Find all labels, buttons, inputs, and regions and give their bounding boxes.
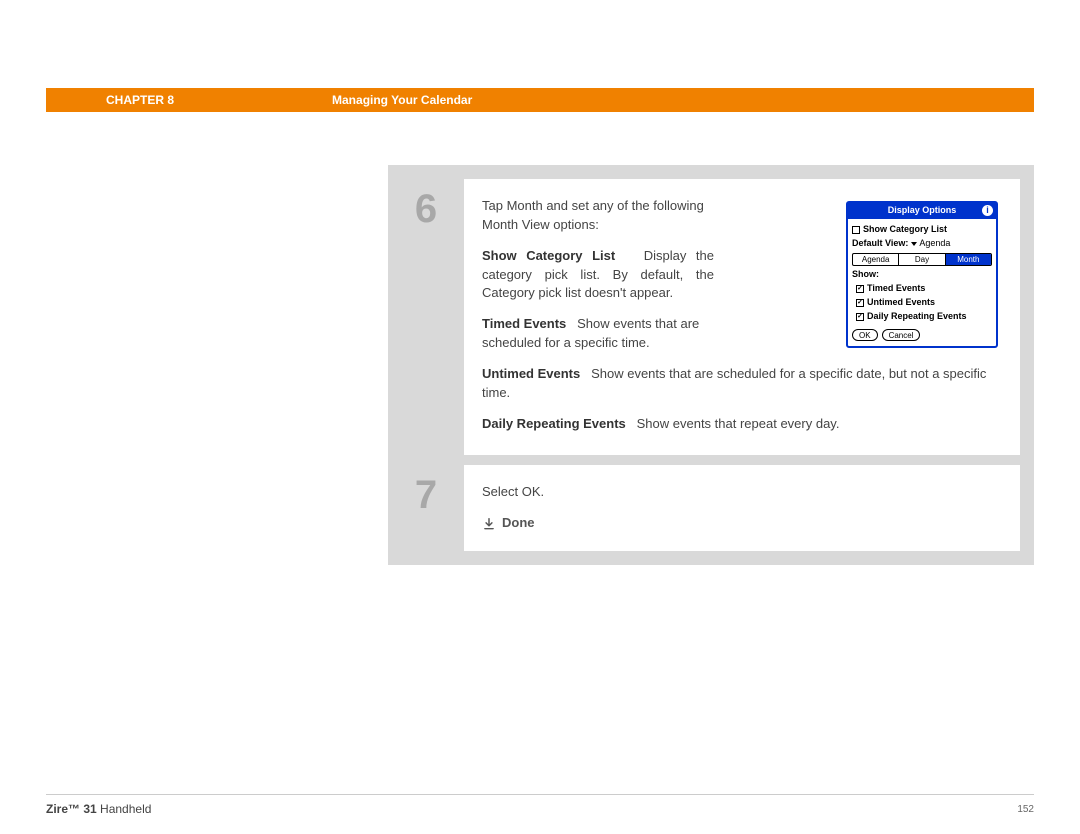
step-number: 6 xyxy=(388,179,464,455)
step-select-ok: Select OK. xyxy=(482,483,1002,502)
steps-frame: 6 Tap Month and set any of the following… xyxy=(388,165,1034,565)
palm-default-view[interactable]: Default View: Agenda xyxy=(852,237,992,250)
footer-product: Zire™ 31 Handheld xyxy=(46,802,151,816)
done-indicator: Done xyxy=(482,514,1002,533)
palm-screenshot: Display Options i Show Category List Def… xyxy=(846,201,998,348)
step-6: 6 Tap Month and set any of the following… xyxy=(388,179,1020,455)
step-7: 7 Select OK. Done xyxy=(388,465,1020,551)
chevron-down-icon xyxy=(911,242,917,246)
download-done-icon xyxy=(482,517,496,531)
step-body: Tap Month and set any of the following M… xyxy=(464,179,1020,455)
palm-show-label: Show: xyxy=(852,268,992,281)
palm-tab-day[interactable]: Day xyxy=(899,254,945,265)
chapter-header: CHAPTER 8 Managing Your Calendar xyxy=(46,88,1034,112)
option-show-category: Show Category List Display the category … xyxy=(482,247,714,304)
option-daily-repeating: Daily Repeating Events Show events that … xyxy=(482,415,1002,434)
palm-opt-timed[interactable]: ✓ Timed Events xyxy=(852,282,992,295)
palm-opt-untimed[interactable]: ✓ Untimed Events xyxy=(852,296,992,309)
chapter-label: CHAPTER 8 xyxy=(106,93,174,107)
palm-ok-button[interactable]: OK xyxy=(852,329,878,341)
palm-tab-month[interactable]: Month xyxy=(946,254,991,265)
palm-show-category[interactable]: Show Category List xyxy=(852,223,992,236)
footer-page-number: 152 xyxy=(1017,804,1034,815)
palm-tab-agenda[interactable]: Agenda xyxy=(853,254,899,265)
step-number: 7 xyxy=(388,465,464,551)
palm-opt-daily[interactable]: ✓ Daily Repeating Events xyxy=(852,310,992,323)
palm-tabs: Agenda Day Month xyxy=(852,253,992,266)
step-intro: Tap Month and set any of the following M… xyxy=(482,197,714,235)
palm-titlebar: Display Options i xyxy=(848,203,996,219)
step-body: Select OK. Done xyxy=(464,465,1020,551)
palm-cancel-button[interactable]: Cancel xyxy=(882,329,921,341)
option-untimed-events: Untimed Events Show events that are sche… xyxy=(482,365,1002,403)
chapter-title: Managing Your Calendar xyxy=(332,93,472,107)
info-icon[interactable]: i xyxy=(982,205,993,216)
option-timed-events: Timed Events Show events that are schedu… xyxy=(482,315,714,353)
footer-divider xyxy=(46,794,1034,795)
